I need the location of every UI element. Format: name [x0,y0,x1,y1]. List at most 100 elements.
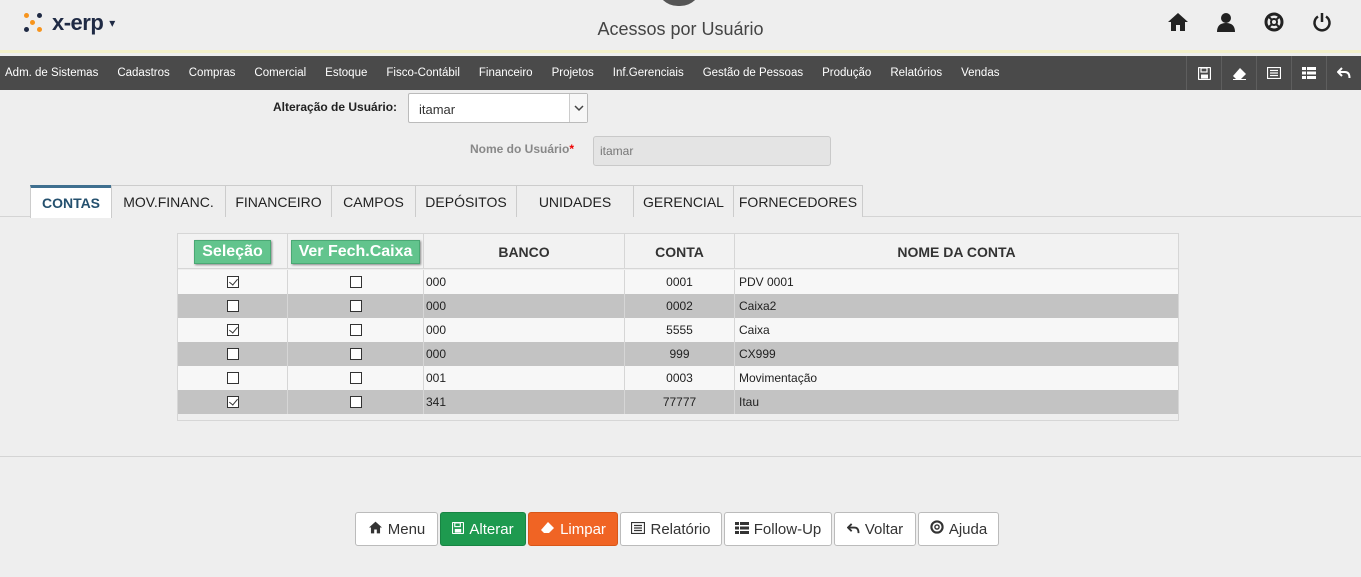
menu-item[interactable]: Compras [189,67,236,79]
chevron-down-icon[interactable] [569,94,587,122]
alterar-button[interactable]: Alterar [440,512,526,546]
limpar-button[interactable]: Limpar [528,512,618,546]
table-row[interactable]: 000 0002 Caixa2 [178,294,1178,318]
tab-gerencial[interactable]: GERENCIAL [633,185,734,217]
tab-mov-financ[interactable]: MOV.FINANC. [111,185,226,217]
table-row[interactable]: 341 77777 Itau [178,390,1178,414]
tab-dep-sitos[interactable]: DEPÓSITOS [415,185,517,217]
voltar-button[interactable]: Voltar [834,512,916,546]
fech-caixa-checkbox[interactable] [349,396,362,408]
cell-conta: 0002 [625,294,735,318]
fech-caixa-checkbox[interactable] [349,324,362,336]
menu-item[interactable]: Adm. de Sistemas [5,67,98,79]
page-title: Acessos por Usuário [597,19,764,39]
cell-banco: 341 [424,390,625,414]
followup-button-label: Follow-Up [753,520,822,538]
save-icon [452,521,465,538]
selection-checkbox[interactable] [226,324,239,336]
header-icons [1167,11,1333,33]
cell-banco: 001 [424,366,625,390]
cell-selection [178,366,288,390]
cell-selection [178,390,288,414]
table-row[interactable]: 001 0003 Movimentação [178,366,1178,390]
menu-item[interactable]: Financeiro [479,67,533,79]
table-icon[interactable] [1291,56,1326,90]
lifebuoy-icon [930,520,944,538]
cell-banco: 000 [424,318,625,342]
selection-checkbox[interactable] [226,348,239,360]
accounts-table: Seleção Ver Fech.Caixa BANCO CONTA NOME … [177,233,1179,421]
cell-nome-conta: CX999 [739,347,776,361]
user-select-value: itamar [419,102,456,117]
cell-fech-caixa [288,294,424,318]
header-fech-caixa: Ver Fech.Caixa [288,234,424,269]
required-marker: * [569,142,575,156]
menu-button[interactable]: Menu [355,512,438,546]
lifebuoy-icon[interactable] [1263,11,1285,33]
main-menu-bar: Adm. de Sistemas Cadastros Compras Comercia… [0,56,1361,90]
menu-item[interactable]: Produção [822,67,871,79]
selection-checkbox[interactable] [226,276,239,288]
table-row[interactable]: 000 0001 PDV 0001 [178,270,1178,294]
table-row[interactable]: 000 5555 Caixa [178,318,1178,342]
user-name-field[interactable]: itamar [593,136,831,166]
cell-fech-caixa [288,366,424,390]
content-divider [0,456,1361,457]
user-icon[interactable] [1215,11,1237,33]
eraser-icon[interactable] [1221,56,1256,90]
fech-caixa-checkbox[interactable] [349,372,362,384]
menu-item[interactable]: Comercial [254,67,306,79]
menu-item[interactable]: Cadastros [117,67,169,79]
tab-campos[interactable]: CAMPOS [331,185,416,217]
menu-button-label: Menu [387,520,426,538]
user-name-label: Nome do Usuário* [470,142,575,156]
home-icon[interactable] [1167,11,1189,33]
header-conta[interactable]: CONTA [625,234,735,269]
cell-fech-caixa [288,270,424,294]
relatorio-button[interactable]: Relatório [620,512,722,546]
fech-caixa-checkbox[interactable] [349,348,362,360]
menu-actions [1186,56,1361,90]
menu-item[interactable]: Relatórios [890,67,942,79]
selection-checkbox[interactable] [226,396,239,408]
menu-item[interactable]: Estoque [325,67,367,79]
header-banco[interactable]: BANCO [424,234,625,269]
user-select[interactable]: itamar [408,93,588,123]
report-icon[interactable] [1256,56,1291,90]
cell-selection [178,270,288,294]
followup-button[interactable]: Follow-Up [724,512,832,546]
tab-financeiro[interactable]: FINANCEIRO [225,185,332,217]
menu-item[interactable]: Vendas [961,67,999,79]
relatorio-button-label: Relatório [650,520,711,538]
menu-item[interactable]: Fisco-Contábil [386,67,460,79]
tab-unidades[interactable]: UNIDADES [516,185,634,217]
cell-banco: 000 [424,270,625,294]
tab-contas[interactable]: CONTAS [30,185,112,218]
fech-caixa-button[interactable]: Ver Fech.Caixa [290,239,421,264]
menu-item[interactable]: Gestão de Pessoas [703,67,803,79]
fech-caixa-checkbox[interactable] [349,276,362,288]
footer-actions: Menu Alterar Limpar Relatório Follow-Up … [355,512,1001,546]
cell-conta: 77777 [625,390,735,414]
header-selection: Seleção [178,234,288,269]
cell-selection [178,294,288,318]
selection-button[interactable]: Seleção [194,239,271,264]
tab-fornecedores[interactable]: FORNECEDORES [733,185,863,217]
cell-conta: 999 [625,342,735,366]
fech-caixa-checkbox[interactable] [349,300,362,312]
tabs: CONTAS MOV.FINANC. FINANCEIRO CAMPOS DEPÓSIT… [30,185,863,218]
home-icon [368,521,383,538]
undo-icon[interactable] [1326,56,1361,90]
menu-item[interactable]: Projetos [552,67,594,79]
menu-item[interactable]: Inf.Gerenciais [613,67,684,79]
power-icon[interactable] [1311,11,1333,33]
header-nome-conta[interactable]: NOME DA CONTA [735,234,1178,269]
selection-checkbox[interactable] [226,300,239,312]
selection-checkbox[interactable] [226,372,239,384]
eraser-icon [540,521,555,538]
table-row[interactable]: 000 999 CX999 [178,342,1178,366]
save-icon[interactable] [1186,56,1221,90]
ajuda-button[interactable]: Ajuda [918,512,999,546]
limpar-button-label: Limpar [560,520,606,538]
report-icon [631,521,646,538]
